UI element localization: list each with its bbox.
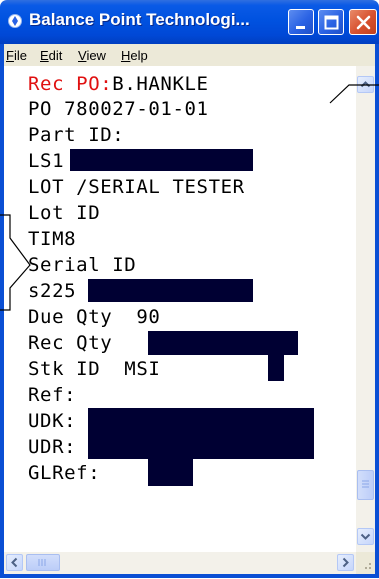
horizontal-scroll-thumb[interactable] xyxy=(26,554,60,571)
scroll-up-button[interactable] xyxy=(357,76,374,93)
stk-id: Stk ID MSI xyxy=(28,358,161,380)
part-id-value: LS1 xyxy=(28,150,65,172)
menu-bar: File Edit View Help xyxy=(4,44,375,66)
menu-view[interactable]: View xyxy=(78,48,106,63)
close-button[interactable] xyxy=(349,9,377,35)
redaction-rec-qty xyxy=(148,331,298,355)
close-icon xyxy=(356,15,371,30)
resize-grip[interactable] xyxy=(356,552,375,574)
vertical-scroll-thumb[interactable] xyxy=(357,470,374,500)
udk-label: UDK: xyxy=(28,410,77,432)
grip-lines-icon xyxy=(362,480,369,488)
due-qty: Due Qty 90 xyxy=(28,306,161,328)
vertical-scrollbar[interactable] xyxy=(356,66,375,552)
redaction-part-id xyxy=(70,149,253,171)
app-icon xyxy=(8,14,22,28)
redaction-udk-udr xyxy=(88,408,314,459)
glref-label: GLRef: xyxy=(28,462,101,484)
menu-help[interactable]: Help xyxy=(121,48,148,63)
menu-edit[interactable]: Edit xyxy=(40,48,62,63)
maximize-icon xyxy=(324,15,339,30)
redaction-glref xyxy=(148,459,193,486)
minimize-icon xyxy=(296,26,305,29)
redaction-serial-id xyxy=(88,279,253,302)
chevron-right-icon xyxy=(342,557,349,568)
rec-qty-label: Rec Qty xyxy=(28,332,113,354)
grip-lines-icon xyxy=(38,559,46,566)
window-frame-right xyxy=(375,44,379,578)
part-id-label: Part ID: xyxy=(28,124,125,146)
scroll-right-button[interactable] xyxy=(337,554,354,571)
serial-id-label: Serial ID xyxy=(28,254,137,276)
lot-id-value: TIM8 xyxy=(28,228,77,250)
rec-po-line: Rec PO:B.HANKLE xyxy=(28,74,209,94)
po-number: PO 780027-01-01 xyxy=(28,98,209,120)
scroll-left-button[interactable] xyxy=(6,554,23,571)
window-title: Balance Point Technologi... xyxy=(29,10,250,29)
horizontal-scrollbar[interactable] xyxy=(4,552,356,574)
maximize-button[interactable] xyxy=(318,9,344,35)
terminal-screen[interactable]: Rec PO:B.HANKLE PO 780027-01-01 Part ID:… xyxy=(4,66,356,552)
part-description: LOT /SERIAL TESTER xyxy=(28,176,245,198)
lot-id-label: Lot ID xyxy=(28,202,101,224)
minimize-button[interactable] xyxy=(288,9,314,35)
resize-grip-icon xyxy=(365,563,371,569)
rec-po-user: B.HANKLE xyxy=(112,73,209,95)
menu-file[interactable]: File xyxy=(6,48,27,63)
window-frame-bottom xyxy=(0,574,379,578)
chevron-down-icon xyxy=(360,533,371,540)
title-bar[interactable]: Balance Point Technologi... xyxy=(0,0,379,44)
chevron-up-icon xyxy=(360,81,371,88)
chevron-left-icon xyxy=(11,557,18,568)
serial-id-value: s225 xyxy=(28,280,77,302)
udr-label: UDR: xyxy=(28,436,77,458)
scroll-down-button[interactable] xyxy=(357,528,374,545)
ref-label: Ref: xyxy=(28,384,77,406)
redaction-stk-id xyxy=(268,355,284,381)
rec-po-label: Rec PO: xyxy=(28,73,113,95)
